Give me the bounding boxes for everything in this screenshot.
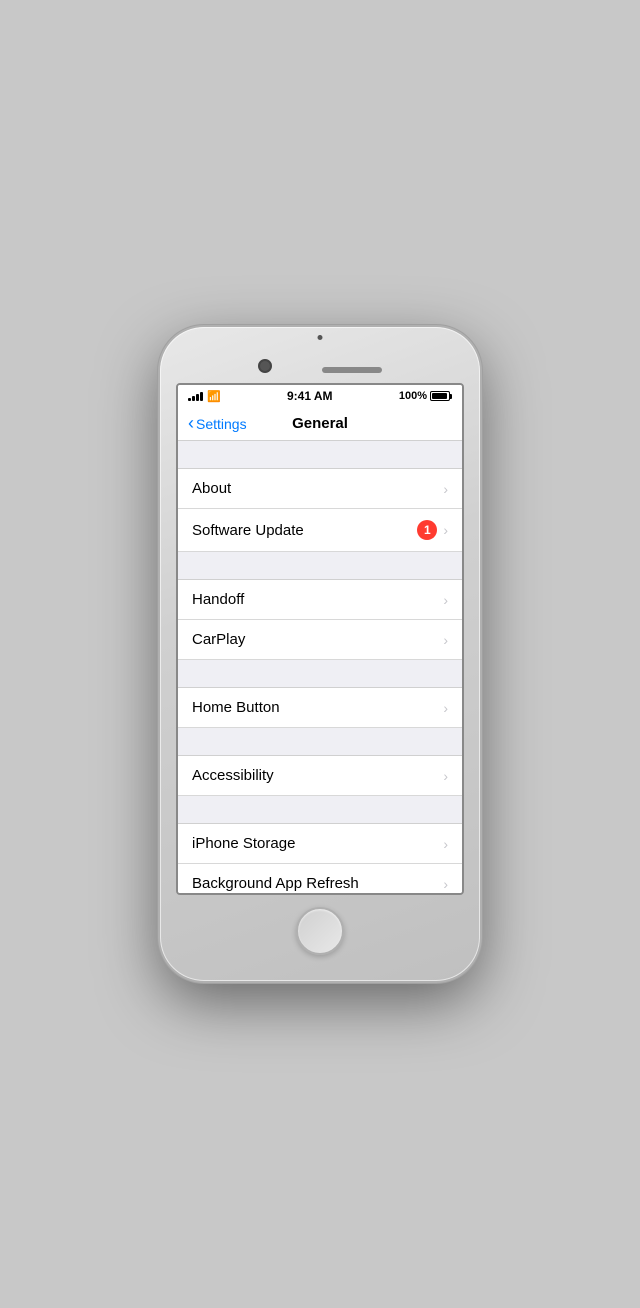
about-label: About bbox=[192, 480, 231, 497]
handoff-right: › bbox=[443, 592, 448, 608]
section-gap-3 bbox=[178, 660, 462, 688]
wifi-icon: 📶 bbox=[207, 390, 221, 403]
iphone-storage-right: › bbox=[443, 836, 448, 852]
list-item-carplay[interactable]: CarPlay › bbox=[178, 620, 462, 660]
battery-icon bbox=[430, 391, 452, 401]
battery-fill bbox=[432, 393, 447, 399]
about-right: › bbox=[443, 481, 448, 497]
software-update-label: Software Update bbox=[192, 522, 304, 539]
speaker-grille bbox=[322, 367, 382, 373]
list-item-handoff[interactable]: Handoff › bbox=[178, 580, 462, 620]
list-item-background-app-refresh[interactable]: Background App Refresh › bbox=[178, 864, 462, 895]
section-gap-4 bbox=[178, 728, 462, 756]
accessibility-label: Accessibility bbox=[192, 767, 274, 784]
top-speaker bbox=[318, 335, 323, 340]
list-item-iphone-storage[interactable]: iPhone Storage › bbox=[178, 824, 462, 864]
list-item-about[interactable]: About › bbox=[178, 469, 462, 509]
list-item-accessibility[interactable]: Accessibility › bbox=[178, 756, 462, 796]
carplay-label: CarPlay bbox=[192, 631, 245, 648]
accessibility-chevron-icon: › bbox=[443, 768, 448, 784]
handoff-chevron-icon: › bbox=[443, 592, 448, 608]
phone-top bbox=[160, 327, 480, 373]
signal-bars bbox=[188, 392, 203, 401]
about-chevron-icon: › bbox=[443, 481, 448, 497]
front-camera bbox=[258, 359, 272, 373]
background-app-refresh-chevron-icon: › bbox=[443, 876, 448, 892]
list-item-home-button[interactable]: Home Button › bbox=[178, 688, 462, 728]
home-button-label: Home Button bbox=[192, 699, 280, 716]
home-button-right: › bbox=[443, 700, 448, 716]
home-button-physical[interactable] bbox=[296, 907, 344, 955]
status-time: 9:41 AM bbox=[287, 389, 333, 403]
battery-tip bbox=[450, 394, 452, 399]
battery-body bbox=[430, 391, 450, 401]
phone-device: 📶 9:41 AM 100% ‹ Settings General bbox=[160, 327, 480, 981]
signal-bar-2 bbox=[192, 396, 195, 401]
iphone-storage-label: iPhone Storage bbox=[192, 835, 295, 852]
status-left: 📶 bbox=[188, 390, 221, 403]
status-bar: 📶 9:41 AM 100% bbox=[178, 385, 462, 407]
accessibility-right: › bbox=[443, 768, 448, 784]
iphone-storage-chevron-icon: › bbox=[443, 836, 448, 852]
software-update-badge: 1 bbox=[417, 520, 437, 540]
background-app-refresh-label: Background App Refresh bbox=[192, 875, 359, 892]
list-item-software-update[interactable]: Software Update 1 › bbox=[178, 509, 462, 552]
section-gap-5 bbox=[178, 796, 462, 824]
signal-bar-1 bbox=[188, 398, 191, 401]
phone-screen: 📶 9:41 AM 100% ‹ Settings General bbox=[176, 383, 464, 895]
section-gap-2 bbox=[178, 552, 462, 580]
nav-bar: ‹ Settings General bbox=[178, 407, 462, 441]
handoff-label: Handoff bbox=[192, 591, 244, 608]
signal-bar-4 bbox=[200, 392, 203, 401]
settings-list: About › Software Update 1 › Handoff › bbox=[178, 441, 462, 895]
home-button-chevron-icon: › bbox=[443, 700, 448, 716]
software-update-right: 1 › bbox=[417, 520, 448, 540]
background-app-refresh-right: › bbox=[443, 876, 448, 892]
battery-percent: 100% bbox=[399, 390, 427, 402]
phone-bottom bbox=[296, 895, 344, 955]
carplay-right: › bbox=[443, 632, 448, 648]
software-update-chevron-icon: › bbox=[443, 522, 448, 538]
back-chevron-icon: ‹ bbox=[188, 413, 194, 434]
signal-bar-3 bbox=[196, 394, 199, 401]
status-right: 100% bbox=[399, 390, 452, 402]
page-title: General bbox=[292, 415, 348, 432]
back-button[interactable]: ‹ Settings bbox=[188, 413, 247, 434]
carplay-chevron-icon: › bbox=[443, 632, 448, 648]
section-gap-top bbox=[178, 441, 462, 469]
back-label: Settings bbox=[196, 416, 247, 432]
